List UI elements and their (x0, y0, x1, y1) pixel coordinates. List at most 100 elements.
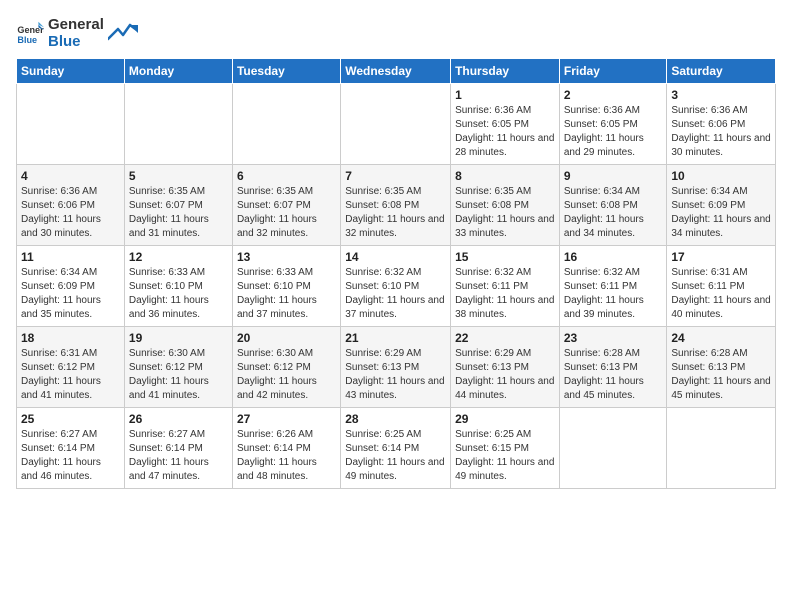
day-info: Sunrise: 6:33 AM Sunset: 6:10 PM Dayligh… (237, 266, 336, 322)
calendar-cell: 13 Sunrise: 6:33 AM Sunset: 6:10 PM Dayli… (232, 246, 340, 327)
day-number: 20 (237, 331, 336, 345)
calendar-cell: 27Sunrise: 6:26 AM Sunset: 6:14 PM Dayli… (232, 408, 340, 489)
day-info: Sunrise: 6:35 AM Sunset: 6:08 PM Dayligh… (345, 185, 446, 241)
day-info: Sunrise: 6:27 AM Sunset: 6:14 PM Dayligh… (21, 428, 120, 484)
day-number: 5 (129, 169, 228, 183)
day-number: 8 (455, 169, 555, 183)
day-info: Sunrise: 6:35 AM Sunset: 6:08 PM Dayligh… (455, 185, 555, 241)
day-number: 9 (564, 169, 663, 183)
calendar-cell: 8 Sunrise: 6:35 AM Sunset: 6:08 PM Daylig… (451, 165, 560, 246)
header-thursday: Thursday (451, 59, 560, 84)
day-number: 26 (129, 412, 228, 426)
day-info: Sunrise: 6:30 AM Sunset: 6:12 PM Dayligh… (237, 347, 336, 403)
logo: General Blue General Blue (16, 16, 138, 50)
day-info: Sunrise: 6:34 AM Sunset: 6:08 PM Dayligh… (564, 185, 663, 241)
day-number: 16 (564, 250, 663, 264)
day-info: Sunrise: 6:36 AM Sunset: 6:06 PM Dayligh… (21, 185, 120, 241)
day-info: Sunrise: 6:34 AM Sunset: 6:09 PM Dayligh… (21, 266, 120, 322)
calendar-cell: 17 Sunrise: 6:31 AM Sunset: 6:11 PM Dayli… (667, 246, 776, 327)
day-number: 17 (671, 250, 771, 264)
day-info: Sunrise: 6:30 AM Sunset: 6:12 PM Dayligh… (129, 347, 228, 403)
day-info: Sunrise: 6:25 AM Sunset: 6:15 PM Dayligh… (455, 428, 555, 484)
calendar-cell (559, 408, 667, 489)
week-row-5: 25 Sunrise: 6:27 AM Sunset: 6:14 PM Dayli… (17, 408, 776, 489)
day-number: 23 (564, 331, 663, 345)
day-number: 2 (564, 88, 663, 102)
calendar-cell (17, 84, 125, 165)
week-row-3: 11 Sunrise: 6:34 AM Sunset: 6:09 PM Dayli… (17, 246, 776, 327)
day-number: 3 (671, 88, 771, 102)
calendar-cell: 24 Sunrise: 6:28 AM Sunset: 6:13 PM Dayli… (667, 327, 776, 408)
week-row-4: 18Sunrise: 6:31 AM Sunset: 6:12 PM Dayli… (17, 327, 776, 408)
calendar-cell: 21 Sunrise: 6:29 AM Sunset: 6:13 PM Dayli… (341, 327, 451, 408)
calendar-cell (124, 84, 232, 165)
header-saturday: Saturday (667, 59, 776, 84)
calendar-cell: 16 Sunrise: 6:32 AM Sunset: 6:11 PM Dayli… (559, 246, 667, 327)
calendar-cell: 3 Sunrise: 6:36 AM Sunset: 6:06 PM Daylig… (667, 84, 776, 165)
calendar-cell: 12Sunrise: 6:33 AM Sunset: 6:10 PM Dayli… (124, 246, 232, 327)
day-number: 29 (455, 412, 555, 426)
calendar-cell: 29 Sunrise: 6:25 AM Sunset: 6:15 PM Dayli… (451, 408, 560, 489)
day-number: 21 (345, 331, 446, 345)
day-info: Sunrise: 6:25 AM Sunset: 6:14 PM Dayligh… (345, 428, 446, 484)
calendar-cell (667, 408, 776, 489)
week-row-1: 1 Sunrise: 6:36 AM Sunset: 6:05 PM Daylig… (17, 84, 776, 165)
day-number: 19 (129, 331, 228, 345)
calendar-cell: 19 Sunrise: 6:30 AM Sunset: 6:12 PM Dayli… (124, 327, 232, 408)
day-info: Sunrise: 6:32 AM Sunset: 6:11 PM Dayligh… (455, 266, 555, 322)
day-info: Sunrise: 6:32 AM Sunset: 6:11 PM Dayligh… (564, 266, 663, 322)
day-info: Sunrise: 6:36 AM Sunset: 6:06 PM Dayligh… (671, 104, 771, 160)
svg-text:Blue: Blue (17, 35, 37, 45)
calendar-cell: 15 Sunrise: 6:32 AM Sunset: 6:11 PM Dayli… (451, 246, 560, 327)
calendar-cell: 23Sunrise: 6:28 AM Sunset: 6:13 PM Dayli… (559, 327, 667, 408)
day-info: Sunrise: 6:29 AM Sunset: 6:13 PM Dayligh… (455, 347, 555, 403)
day-info: Sunrise: 6:28 AM Sunset: 6:13 PM Dayligh… (671, 347, 771, 403)
calendar-cell: 6 Sunrise: 6:35 AM Sunset: 6:07 PM Daylig… (232, 165, 340, 246)
day-number: 4 (21, 169, 120, 183)
calendar-cell: 9 Sunrise: 6:34 AM Sunset: 6:08 PM Daylig… (559, 165, 667, 246)
calendar-cell (232, 84, 340, 165)
header-wednesday: Wednesday (341, 59, 451, 84)
day-number: 13 (237, 250, 336, 264)
calendar-cell: 4 Sunrise: 6:36 AM Sunset: 6:06 PM Daylig… (17, 165, 125, 246)
calendar-cell: 5Sunrise: 6:35 AM Sunset: 6:07 PM Daylig… (124, 165, 232, 246)
logo-icon: General Blue (16, 19, 44, 47)
day-info: Sunrise: 6:31 AM Sunset: 6:12 PM Dayligh… (21, 347, 120, 403)
day-info: Sunrise: 6:32 AM Sunset: 6:10 PM Dayligh… (345, 266, 446, 322)
day-number: 25 (21, 412, 120, 426)
calendar-table: SundayMondayTuesdayWednesdayThursdayFrid… (16, 58, 776, 489)
day-number: 11 (21, 250, 120, 264)
calendar-cell: 26Sunrise: 6:27 AM Sunset: 6:14 PM Dayli… (124, 408, 232, 489)
day-number: 1 (455, 88, 555, 102)
calendar-cell: 2 Sunrise: 6:36 AM Sunset: 6:05 PM Daylig… (559, 84, 667, 165)
day-number: 14 (345, 250, 446, 264)
calendar-cell: 10Sunrise: 6:34 AM Sunset: 6:09 PM Dayli… (667, 165, 776, 246)
calendar-cell (341, 84, 451, 165)
calendar-cell: 28 Sunrise: 6:25 AM Sunset: 6:14 PM Dayli… (341, 408, 451, 489)
day-number: 28 (345, 412, 446, 426)
day-info: Sunrise: 6:36 AM Sunset: 6:05 PM Dayligh… (455, 104, 555, 160)
logo-bird-icon (108, 21, 138, 45)
calendar-cell: 11 Sunrise: 6:34 AM Sunset: 6:09 PM Dayli… (17, 246, 125, 327)
day-info: Sunrise: 6:33 AM Sunset: 6:10 PM Dayligh… (129, 266, 228, 322)
page-header: General Blue General Blue (16, 16, 776, 50)
calendar-cell: 1 Sunrise: 6:36 AM Sunset: 6:05 PM Daylig… (451, 84, 560, 165)
day-info: Sunrise: 6:29 AM Sunset: 6:13 PM Dayligh… (345, 347, 446, 403)
day-info: Sunrise: 6:35 AM Sunset: 6:07 PM Dayligh… (237, 185, 336, 241)
day-info: Sunrise: 6:26 AM Sunset: 6:14 PM Dayligh… (237, 428, 336, 484)
calendar-cell: 22 Sunrise: 6:29 AM Sunset: 6:13 PM Dayli… (451, 327, 560, 408)
day-info: Sunrise: 6:31 AM Sunset: 6:11 PM Dayligh… (671, 266, 771, 322)
logo-blue: Blue (48, 33, 104, 50)
day-number: 6 (237, 169, 336, 183)
day-number: 22 (455, 331, 555, 345)
day-number: 10 (671, 169, 771, 183)
header-tuesday: Tuesday (232, 59, 340, 84)
day-number: 15 (455, 250, 555, 264)
day-info: Sunrise: 6:36 AM Sunset: 6:05 PM Dayligh… (564, 104, 663, 160)
calendar-cell: 14 Sunrise: 6:32 AM Sunset: 6:10 PM Dayli… (341, 246, 451, 327)
day-number: 7 (345, 169, 446, 183)
calendar-cell: 25 Sunrise: 6:27 AM Sunset: 6:14 PM Dayli… (17, 408, 125, 489)
header-friday: Friday (559, 59, 667, 84)
day-number: 24 (671, 331, 771, 345)
calendar-cell: 18Sunrise: 6:31 AM Sunset: 6:12 PM Dayli… (17, 327, 125, 408)
